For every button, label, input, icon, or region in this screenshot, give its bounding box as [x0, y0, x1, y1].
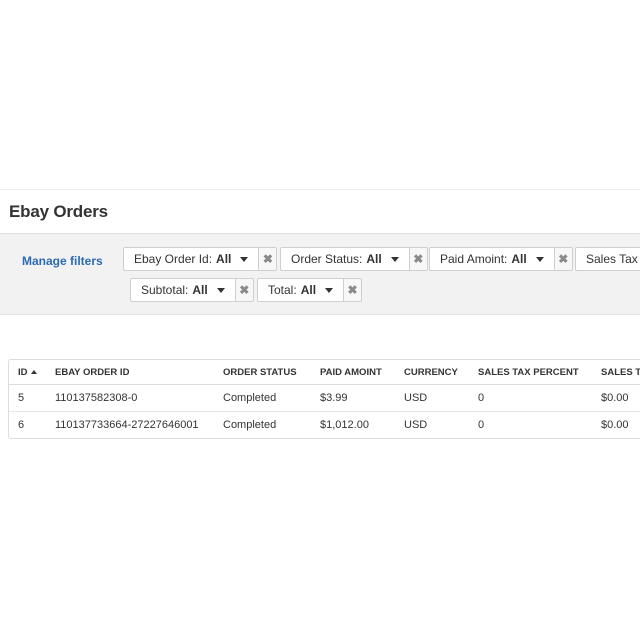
cell-sales-tax-percent: 0	[469, 384, 592, 412]
filter-label: Order Status:	[291, 252, 363, 266]
cell-sales-tax-percent: 0	[478, 419, 485, 431]
table-row[interactable]: 6 110137733664-27227646001 Completed $1,…	[9, 412, 640, 439]
table-header-row: ID EBAY ORDER ID ORDER STATUS PAID AMOIN…	[9, 360, 640, 385]
caret-down-icon	[535, 256, 544, 262]
sort-ascending-icon	[30, 369, 37, 374]
remove-filter-icon[interactable]: ✖	[259, 247, 278, 271]
table-row[interactable]: 5 110137582308-0 Completed $3.99 USD 0 $…	[9, 384, 640, 412]
column-header-currency[interactable]: CURRENCY	[395, 360, 469, 385]
caret-down-icon	[240, 256, 249, 262]
filter-value: All	[511, 252, 527, 266]
filter-chip-paid-amoint: Paid Amoint: All ✖	[429, 247, 573, 271]
remove-filter-icon[interactable]: ✖	[409, 247, 428, 271]
manage-filters-link[interactable]: Manage filters	[22, 254, 103, 268]
cell-id: 6	[18, 419, 25, 431]
column-header-sales-tax[interactable]: SALES T	[592, 360, 640, 385]
filter-chip-total: Total: All ✖	[257, 278, 363, 302]
filter-value: All	[366, 252, 382, 266]
cell-ebay-order-id: 110137733664-27227646001	[55, 419, 199, 431]
cell-id: 5	[9, 384, 46, 412]
caret-down-icon	[390, 256, 399, 262]
filter-label: Total:	[268, 283, 297, 297]
cell-paid-amoint: $3.99	[311, 384, 395, 412]
column-header-sales-tax-percent[interactable]: SALES TAX PERCENT	[469, 360, 592, 385]
column-header-paid-amoint[interactable]: PAID AMOINT	[311, 360, 395, 385]
cell-sales-tax: $0.00	[592, 384, 640, 412]
filter-order-status-dropdown[interactable]: Order Status: All	[280, 247, 410, 271]
caret-down-icon	[325, 287, 334, 293]
filter-ebay-order-id-dropdown[interactable]: Ebay Order Id: All	[123, 247, 260, 271]
filter-chip-order-status: Order Status: All ✖	[280, 247, 428, 271]
cell-currency: USD	[404, 419, 428, 431]
page: Ebay Orders Manage filters Ebay Order Id…	[0, 0, 640, 640]
column-header-order-status[interactable]: ORDER STATUS	[214, 360, 311, 385]
remove-filter-icon[interactable]: ✖	[235, 278, 254, 302]
filter-bar: Manage filters Ebay Order Id: All ✖ Orde…	[0, 233, 640, 315]
caret-down-icon	[216, 287, 225, 293]
filter-sales-tax-dropdown[interactable]: Sales Tax A	[575, 247, 640, 271]
filter-value: All	[216, 252, 232, 266]
filter-label: Sales Tax A	[586, 252, 640, 266]
cell-order-status: Completed	[223, 419, 277, 431]
orders-table-container: ID EBAY ORDER ID ORDER STATUS PAID AMOIN…	[8, 359, 640, 439]
orders-table: ID EBAY ORDER ID ORDER STATUS PAID AMOIN…	[9, 360, 640, 438]
filter-chip-sales-tax: Sales Tax A	[575, 247, 640, 271]
filter-value: All	[192, 283, 208, 297]
cell-currency: USD	[395, 384, 469, 412]
top-divider	[0, 189, 640, 190]
cell-ebay-order-id: 110137582308-0	[46, 384, 214, 412]
cell-paid-amoint: $1,012.00	[320, 419, 369, 431]
filter-label: Subtotal:	[141, 283, 189, 297]
filter-label: Ebay Order Id:	[134, 252, 213, 266]
filter-label: Paid Amoint:	[440, 252, 508, 266]
filter-total-dropdown[interactable]: Total: All	[257, 278, 345, 302]
remove-filter-icon[interactable]: ✖	[344, 278, 363, 302]
cell-sales-tax: $0.00	[601, 419, 629, 431]
filter-chip-ebay-order-id: Ebay Order Id: All ✖	[123, 247, 278, 271]
column-header-id[interactable]: ID	[9, 360, 46, 385]
filter-value: All	[300, 283, 317, 297]
page-title: Ebay Orders	[9, 202, 108, 221]
remove-filter-icon[interactable]: ✖	[554, 247, 573, 271]
filter-chip-subtotal: Subtotal: All ✖	[130, 278, 254, 302]
filter-paid-amoint-dropdown[interactable]: Paid Amoint: All	[429, 247, 555, 271]
column-header-ebay-order-id[interactable]: EBAY ORDER ID	[46, 360, 214, 385]
cell-order-status: Completed	[214, 384, 311, 412]
filter-subtotal-dropdown[interactable]: Subtotal: All	[130, 278, 236, 302]
